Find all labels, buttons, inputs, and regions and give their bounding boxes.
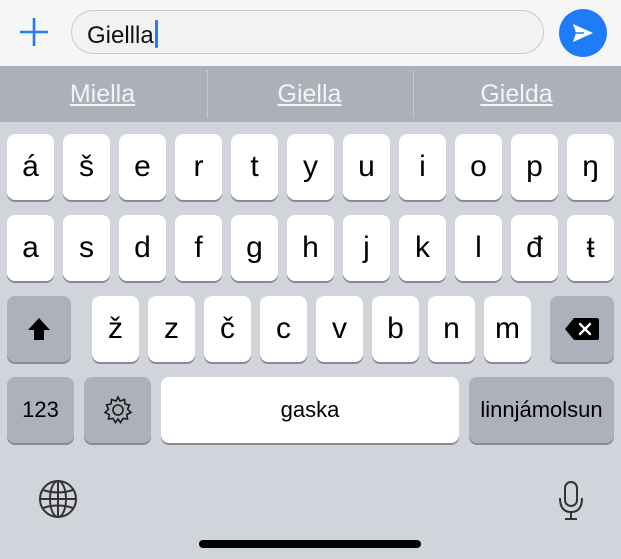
dictation-button[interactable]: [557, 480, 585, 527]
add-attachment-button[interactable]: [18, 16, 50, 48]
message-input-text: Giellla: [87, 20, 158, 50]
key-u[interactable]: u: [343, 134, 390, 200]
settings-icon: [103, 395, 132, 424]
key-t[interactable]: t: [231, 134, 278, 200]
send-icon: [573, 24, 593, 42]
key-n[interactable]: n: [428, 296, 475, 362]
key-d[interactable]: d: [119, 215, 166, 281]
key-l[interactable]: l: [455, 215, 502, 281]
key-eng[interactable]: ŋ: [567, 134, 614, 200]
key-m[interactable]: m: [484, 296, 531, 362]
key-h[interactable]: h: [287, 215, 334, 281]
key-p[interactable]: p: [511, 134, 558, 200]
send-button[interactable]: [559, 9, 607, 57]
key-i[interactable]: i: [399, 134, 446, 200]
key-j[interactable]: j: [343, 215, 390, 281]
suggestion-3[interactable]: Gielda: [414, 66, 619, 122]
key-s-caron[interactable]: š: [63, 134, 110, 200]
globe-icon: [39, 480, 77, 518]
shift-icon: [28, 318, 50, 340]
key-z[interactable]: z: [148, 296, 195, 362]
key-d-stroke[interactable]: đ: [511, 215, 558, 281]
shift-key[interactable]: [7, 296, 71, 362]
key-g[interactable]: g: [231, 215, 278, 281]
key-y[interactable]: y: [287, 134, 334, 200]
text-caret: [154, 20, 158, 48]
microphone-icon: [559, 481, 583, 520]
key-o[interactable]: o: [455, 134, 502, 200]
message-input[interactable]: Giellla: [71, 10, 544, 54]
key-f[interactable]: f: [175, 215, 222, 281]
backspace-key[interactable]: [550, 296, 614, 362]
key-r[interactable]: r: [175, 134, 222, 200]
home-indicator[interactable]: [199, 540, 421, 548]
key-t-stroke[interactable]: ŧ: [567, 215, 614, 281]
key-c-caron[interactable]: č: [204, 296, 251, 362]
suggestion-bar: Miella Giella Gielda: [0, 66, 621, 122]
key-b[interactable]: b: [372, 296, 419, 362]
key-c[interactable]: c: [260, 296, 307, 362]
return-key[interactable]: linnjámolsun: [469, 377, 614, 443]
suggestion-2[interactable]: Giella: [207, 66, 412, 122]
backspace-icon: [565, 318, 599, 340]
space-key[interactable]: gaska: [161, 377, 459, 443]
message-bar: Giellla: [0, 0, 621, 66]
plus-icon: [20, 18, 48, 46]
key-e[interactable]: e: [119, 134, 166, 200]
key-a[interactable]: a: [7, 215, 54, 281]
key-k[interactable]: k: [399, 215, 446, 281]
key-s[interactable]: s: [63, 215, 110, 281]
numbers-key[interactable]: 123: [7, 377, 74, 443]
settings-key[interactable]: [84, 377, 151, 443]
keyboard-switch-button[interactable]: [37, 478, 79, 525]
key-a-acute[interactable]: á: [7, 134, 54, 200]
key-z-caron[interactable]: ž: [92, 296, 139, 362]
suggestion-1[interactable]: Miella: [0, 66, 205, 122]
key-v[interactable]: v: [316, 296, 363, 362]
